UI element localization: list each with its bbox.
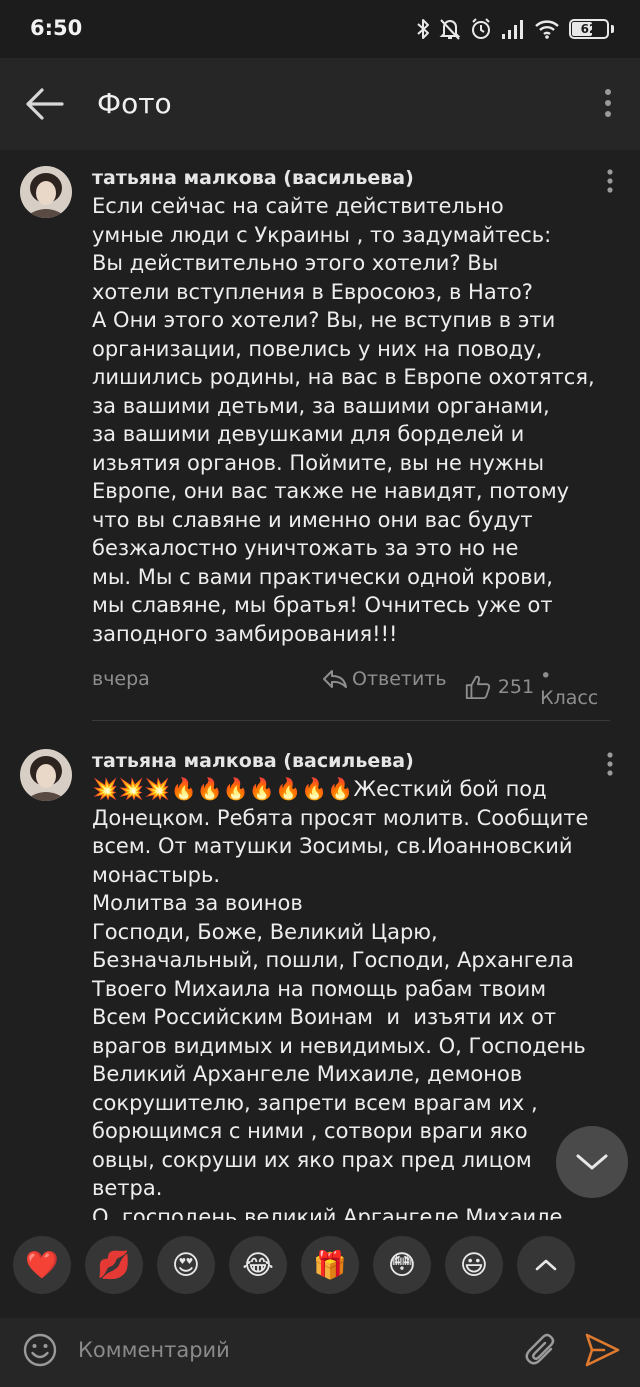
back-button[interactable] (22, 84, 66, 124)
reaction-heart-eyes[interactable]: 😍 (157, 1236, 215, 1294)
comment-input[interactable] (78, 1330, 508, 1370)
page-title: Фото (97, 87, 172, 120)
comment-item: татьяна малкова (васильева) 💥💥💥🔥🔥🔥🔥🔥🔥🔥Же… (0, 721, 640, 1220)
thumbs-up-icon (465, 675, 491, 700)
heart-eyes-icon: 😍 (171, 1249, 201, 1281)
reaction-flushed[interactable]: 😳 (373, 1236, 431, 1294)
smile-icon: 😃 (459, 1249, 489, 1281)
reaction-smile[interactable]: 😃 (445, 1236, 503, 1294)
send-icon (585, 1333, 620, 1367)
comment-author[interactable]: татьяна малкова (васильева) (92, 150, 610, 192)
battery-icon: 62 (569, 19, 609, 39)
scroll-down-button[interactable] (556, 1126, 628, 1198)
avatar-image (20, 166, 72, 218)
comment-author[interactable]: татьяна малкова (васильева) (92, 721, 610, 775)
avatar[interactable] (20, 166, 72, 218)
emoji-button[interactable] (22, 1332, 58, 1368)
menu-button[interactable] (598, 84, 618, 124)
reaction-heart[interactable]: ❤️ (13, 1236, 71, 1294)
heart-icon: ❤️ (25, 1250, 59, 1281)
signal-icon (502, 20, 523, 39)
reply-button[interactable]: Ответить (322, 668, 447, 690)
status-time: 6:50 (30, 16, 83, 40)
battery-level: 62 (580, 22, 598, 36)
kiss-icon: 💋 (97, 1250, 131, 1281)
avatar[interactable] (20, 749, 72, 801)
status-icons: 62 (416, 16, 614, 42)
bluetooth-icon (417, 19, 429, 39)
comment-menu-button[interactable] (600, 751, 620, 777)
screen: 6:50 62 Фото татьяна малкова (васильева)… (0, 0, 640, 1387)
comments-list: татьяна малкова (васильева) Если сейчас … (0, 150, 640, 1220)
paperclip-icon (525, 1333, 555, 1365)
avatar-image (20, 749, 72, 801)
reply-label: Ответить (352, 668, 447, 690)
wifi-icon (535, 20, 559, 39)
reaction-gift[interactable]: 🎁 (301, 1236, 359, 1294)
chevron-down-icon (576, 1154, 608, 1170)
laughing-icon: 😂 (242, 1249, 274, 1281)
expand-reactions-button[interactable] (517, 1236, 575, 1294)
comment-footer: вчера Ответить 251 • Класс (92, 660, 610, 709)
attach-button[interactable] (524, 1330, 560, 1370)
comment-input-bar (0, 1318, 640, 1387)
reaction-kiss[interactable]: 💋 (85, 1236, 143, 1294)
comment-date: вчера (92, 668, 150, 690)
comment-menu-button[interactable] (600, 168, 620, 194)
reactions-bar: ❤️ 💋 😍 😂 🎁 😳 😃 (0, 1220, 640, 1320)
likes-count: 251 (497, 676, 535, 698)
alarm-icon (472, 18, 490, 39)
chevron-up-icon (535, 1259, 557, 1271)
comment-text: 💥💥💥🔥🔥🔥🔥🔥🔥🔥Жесткий бой под Донецком. Ребя… (92, 777, 589, 1220)
more-vertical-icon (605, 89, 611, 117)
battery-cap (611, 25, 614, 33)
more-vertical-icon (607, 169, 613, 193)
mute-icon (439, 19, 461, 40)
status-bar: 6:50 62 (0, 0, 640, 58)
app-bar: Фото (0, 58, 640, 150)
arrow-left-icon (26, 88, 64, 120)
reaction-laughing[interactable]: 😂 (229, 1236, 287, 1294)
comment-item: татьяна малкова (васильева) Если сейчас … (0, 150, 640, 721)
comment-text: Если сейчас на сайте действительно умные… (92, 194, 595, 646)
gift-icon: 🎁 (313, 1250, 347, 1281)
flushed-icon: 😳 (387, 1249, 417, 1281)
like-button[interactable]: 251 • Класс (464, 665, 610, 709)
more-vertical-icon (607, 752, 613, 776)
likes-label: • Класс (540, 665, 599, 709)
send-button[interactable] (582, 1330, 622, 1370)
emoji-icon (23, 1333, 57, 1367)
reply-icon (323, 670, 347, 688)
